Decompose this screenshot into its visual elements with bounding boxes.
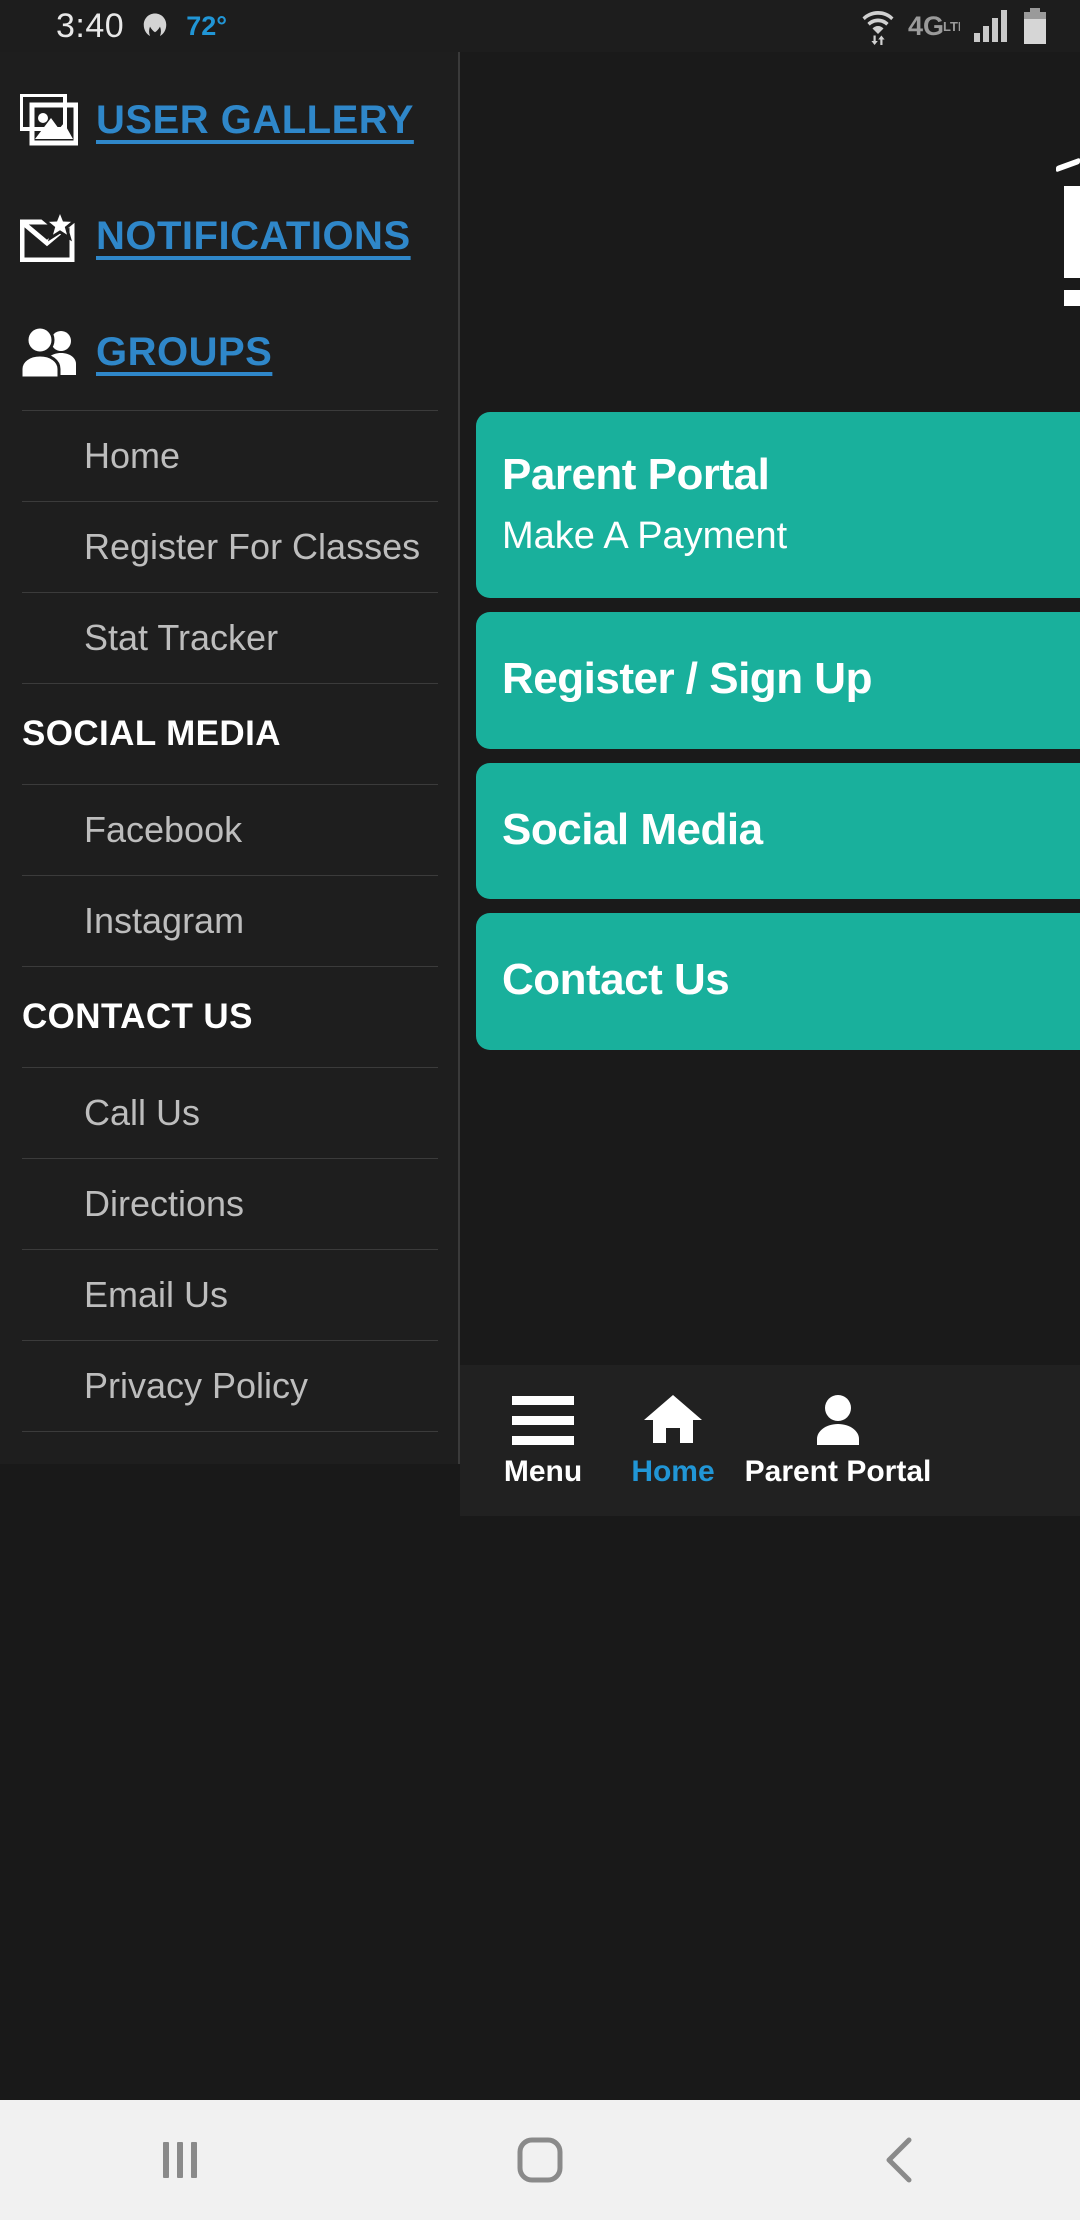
drawer-link-user-gallery[interactable]: USER GALLERY bbox=[0, 62, 460, 178]
card-title: Contact Us bbox=[502, 955, 730, 1005]
drawer-edge bbox=[458, 52, 460, 1464]
nav-label: Home bbox=[631, 1454, 715, 1488]
envelope-star-icon bbox=[19, 205, 79, 263]
drawer-item-facebook[interactable]: Facebook bbox=[0, 785, 460, 875]
card-subtitle: Make A Payment bbox=[502, 514, 788, 557]
battery-icon bbox=[1024, 8, 1046, 44]
nav-item-parent-portal[interactable]: Parent Portal bbox=[738, 1393, 938, 1489]
decorative-graphic bbox=[1050, 157, 1080, 306]
card-contact-us[interactable]: Contact Us bbox=[476, 913, 1080, 1051]
house-icon bbox=[642, 1393, 704, 1445]
person-icon bbox=[812, 1393, 864, 1445]
drawer-link-groups[interactable]: GROUPS bbox=[0, 294, 460, 410]
signal-icon bbox=[974, 10, 1007, 42]
drawer-section-contact-us: CONTACT US bbox=[22, 997, 253, 1036]
nav-item-menu[interactable]: Menu bbox=[478, 1393, 608, 1489]
drawer-link-label: NOTIFICATIONS bbox=[96, 213, 411, 258]
divider bbox=[22, 1431, 438, 1432]
recents-button[interactable] bbox=[120, 2100, 240, 2220]
clock: 3:40 bbox=[56, 6, 125, 45]
temperature: 72° bbox=[186, 10, 228, 41]
status-bar-left: 3:40 72° bbox=[0, 7, 227, 46]
drawer-item-call-us[interactable]: Call Us bbox=[0, 1068, 460, 1158]
phone-screen: 3:40 72° 4G LTE bbox=[0, 0, 1080, 2220]
drawer-link-label: USER GALLERY bbox=[96, 97, 414, 142]
drawer-item-email-us[interactable]: Email Us bbox=[0, 1250, 460, 1340]
wifi-icon bbox=[862, 11, 894, 45]
nav-label: Menu bbox=[503, 1454, 583, 1488]
drawer-item-stat-tracker[interactable]: Stat Tracker bbox=[0, 593, 460, 683]
quick-action-cards: Parent Portal Make A Payment Register / … bbox=[476, 412, 1080, 1064]
drawer-link-label: GROUPS bbox=[96, 329, 273, 374]
status-bar-right: 4G LTE bbox=[861, 7, 1080, 45]
svg-text:LTE: LTE bbox=[943, 19, 960, 34]
card-title: Register / Sign Up bbox=[502, 654, 872, 704]
network-type-icon: 4G LTE bbox=[908, 11, 960, 41]
card-parent-portal[interactable]: Parent Portal Make A Payment bbox=[476, 412, 1080, 599]
hamburger-icon bbox=[512, 1393, 574, 1445]
status-bar: 3:40 72° 4G LTE bbox=[0, 0, 1080, 52]
people-icon bbox=[19, 325, 78, 380]
malwarebytes-icon bbox=[143, 13, 167, 36]
home-button[interactable] bbox=[480, 2100, 600, 2220]
drawer-item-register-for-classes[interactable]: Register For Classes bbox=[0, 502, 460, 592]
drawer-link-notifications[interactable]: NOTIFICATIONS bbox=[0, 178, 460, 294]
card-title: Parent Portal bbox=[502, 450, 770, 499]
navigation-drawer: USER GALLERY NOTIFICATIONS GROUPS Home R… bbox=[0, 52, 460, 1464]
drawer-item-home[interactable]: Home bbox=[0, 411, 460, 501]
card-social-media[interactable]: Social Media bbox=[476, 762, 1080, 900]
card-register-signup[interactable]: Register / Sign Up bbox=[476, 612, 1080, 749]
back-button[interactable] bbox=[840, 2100, 960, 2220]
drawer-item-directions[interactable]: Directions bbox=[0, 1159, 460, 1249]
nav-label: Parent Portal bbox=[744, 1454, 932, 1488]
system-navigation-bar bbox=[0, 2100, 1080, 2220]
app-bottom-nav: Menu Home Parent Portal bbox=[460, 1365, 1080, 1516]
drawer-section-social-media: SOCIAL MEDIA bbox=[22, 714, 281, 753]
svg-text:4G: 4G bbox=[908, 11, 944, 41]
gallery-icon bbox=[19, 93, 79, 146]
drawer-item-instagram[interactable]: Instagram bbox=[0, 876, 460, 966]
nav-item-home[interactable]: Home bbox=[608, 1393, 738, 1489]
card-title: Social Media bbox=[502, 804, 763, 854]
drawer-item-privacy-policy[interactable]: Privacy Policy bbox=[0, 1341, 460, 1431]
